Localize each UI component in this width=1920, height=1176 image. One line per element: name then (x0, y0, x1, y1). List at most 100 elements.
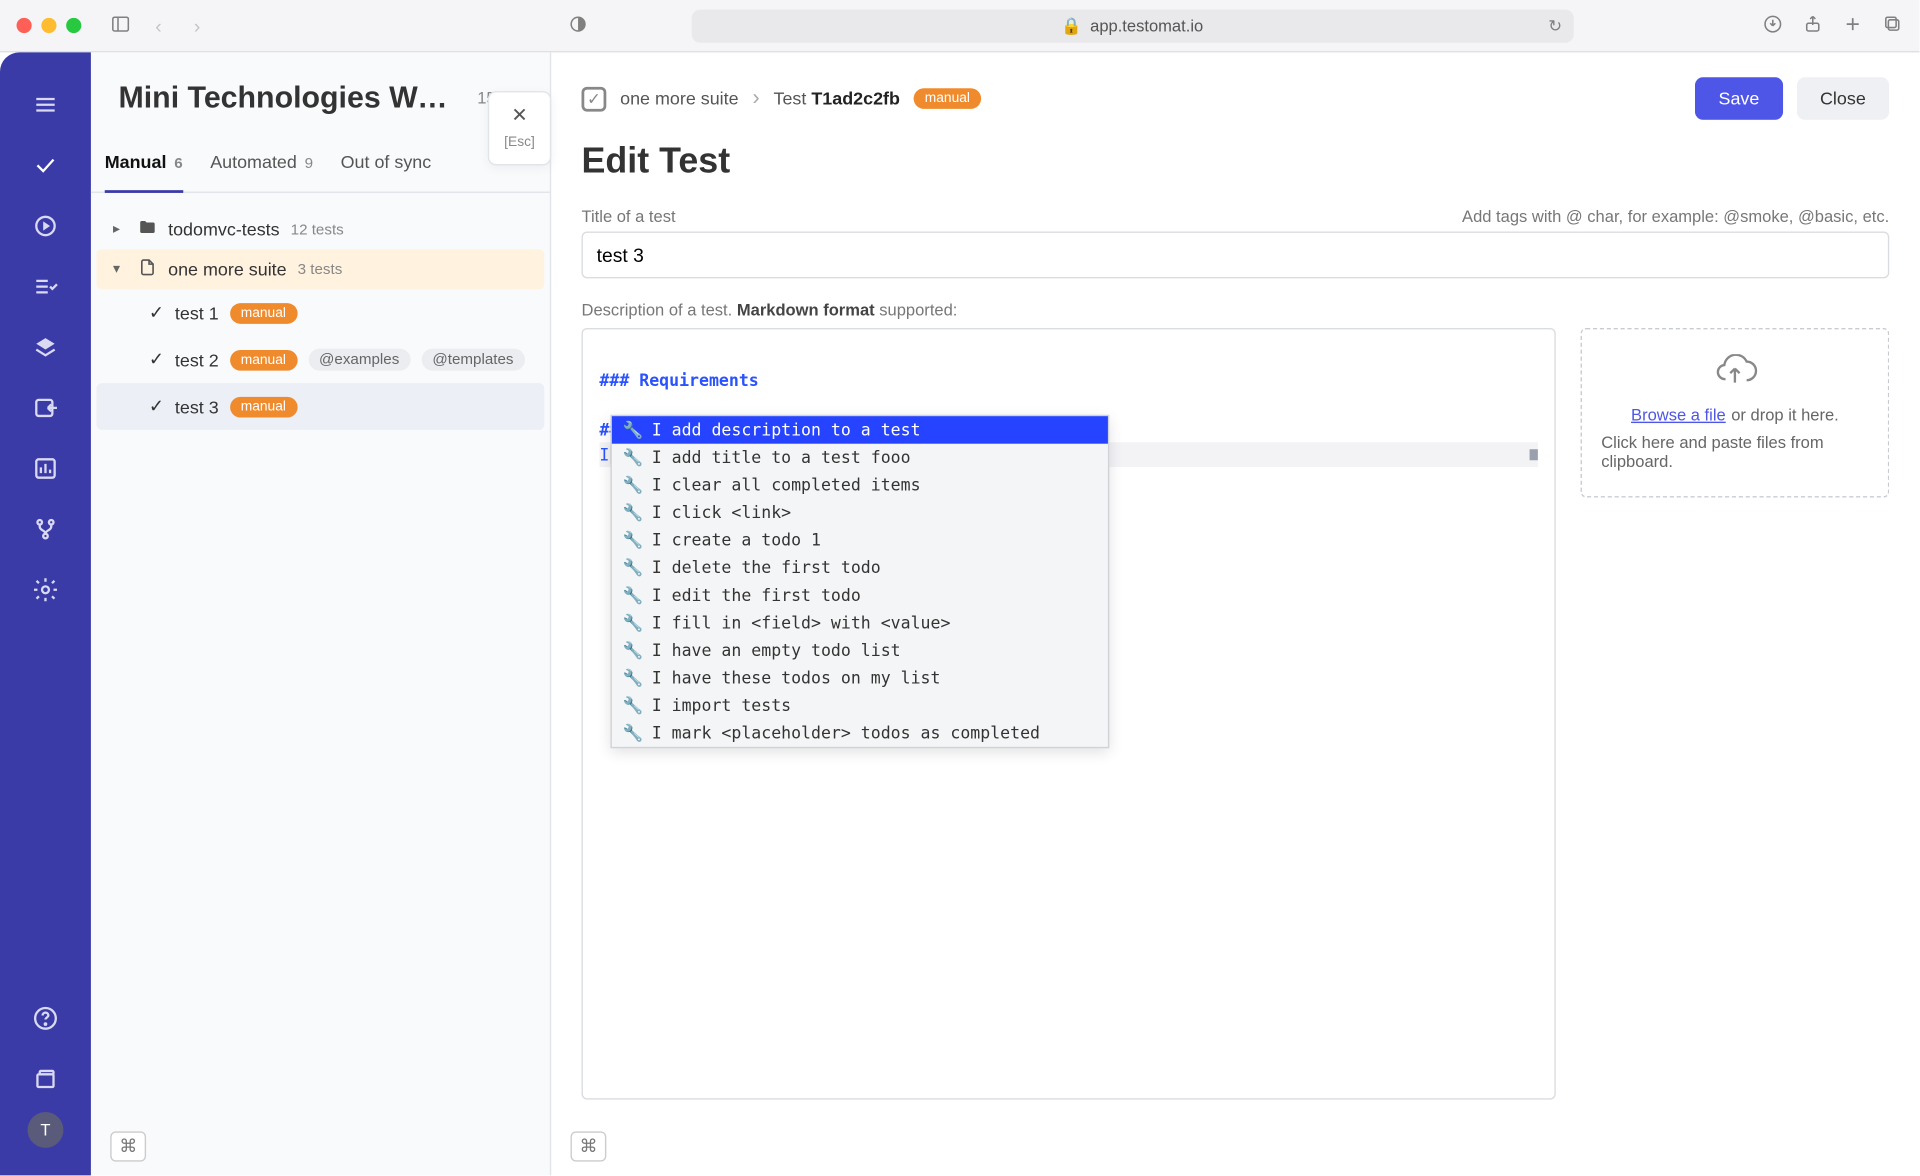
nav-forward-icon[interactable]: › (183, 14, 211, 36)
tag-templates[interactable]: @templates (421, 349, 524, 371)
check-icon: ✓ (149, 302, 164, 324)
upload-cloud-icon (1601, 354, 1868, 394)
nav-runs-icon[interactable] (14, 198, 77, 253)
window-close-dot[interactable] (17, 18, 32, 33)
tabs-icon[interactable] (1882, 13, 1903, 38)
main-panel: one more suite › Test T1ad2c2fb manual S… (551, 52, 1919, 1175)
test-label: test 3 (175, 396, 219, 417)
close-icon: ✕ (511, 103, 527, 126)
chevron-right-icon: ▸ (113, 222, 127, 237)
nav-help-icon[interactable] (14, 991, 77, 1046)
manual-badge: manual (230, 396, 297, 417)
check-icon: ✓ (149, 395, 164, 417)
sidebar-tabs: Manual 6 Automated 9 Out of sync (91, 127, 550, 193)
download-icon[interactable] (1762, 13, 1783, 38)
app-root: T Mini Technologies We… 15 tes Manual 6 … (0, 52, 1920, 1175)
suggestion-item[interactable]: 🔧I click <link> (612, 499, 1108, 527)
tab-manual[interactable]: Manual 6 (105, 152, 183, 192)
close-label: [Esc] (504, 135, 535, 150)
test-status-checkbox[interactable] (582, 86, 607, 111)
nav-back-icon[interactable]: ‹ (145, 14, 173, 36)
tags-hint: Add tags with @ char, for example: @smok… (1462, 207, 1889, 226)
browser-chrome: ‹ › 🔒 app.testomat.io ↻ (0, 0, 1920, 52)
tag-examples[interactable]: @examples (308, 349, 410, 371)
window-min-dot[interactable] (41, 18, 56, 33)
nav-layers-icon[interactable] (14, 320, 77, 375)
privacy-shield-icon[interactable] (564, 13, 592, 38)
title-input[interactable] (582, 232, 1890, 279)
suite-count: 12 tests (291, 221, 344, 238)
suggestion-item[interactable]: 🔧I create a todo 1 (612, 526, 1108, 554)
breadcrumb-row: one more suite › Test T1ad2c2fb manual S… (582, 77, 1890, 120)
save-button[interactable]: Save (1695, 77, 1783, 120)
test-row-test-2[interactable]: ✓ test 2 manual @examples @templates (96, 336, 544, 383)
page-title: Edit Test (582, 139, 1890, 182)
nav-files-icon[interactable] (14, 1051, 77, 1106)
window-traffic-lights (17, 18, 82, 33)
suite-label: todomvc-tests (168, 219, 280, 240)
title-label: Title of a test (582, 207, 676, 226)
dropzone-or-text: or drop it here. (1731, 405, 1839, 424)
lock-icon: 🔒 (1061, 16, 1082, 35)
nav-settings-icon[interactable] (14, 562, 77, 617)
new-tab-icon[interactable] (1842, 13, 1863, 38)
manual-badge: manual (914, 88, 981, 109)
suite-label: one more suite (168, 259, 287, 280)
breadcrumb-sep: › (752, 86, 759, 111)
reload-icon[interactable]: ↻ (1548, 16, 1562, 35)
test-row-test-3[interactable]: ✓ test 3 manual (96, 383, 544, 430)
address-bar[interactable]: 🔒 app.testomat.io ↻ (691, 9, 1573, 42)
file-dropzone[interactable]: Browse a file or drop it here. Click her… (1581, 328, 1890, 497)
suggestion-item[interactable]: 🔧I delete the first todo (612, 554, 1108, 582)
manual-badge: manual (230, 302, 297, 323)
nav-review-icon[interactable] (14, 259, 77, 314)
browse-file-link[interactable]: Browse a file (1631, 405, 1726, 424)
suite-todomvc-tests[interactable]: ▸ todomvc-tests 12 tests (96, 209, 544, 249)
suggestion-item[interactable]: 🔧I import tests (612, 692, 1108, 720)
dropzone-subtext: Click here and paste files from clipboar… (1601, 433, 1868, 472)
keyboard-hint-button[interactable]: ⌘ (110, 1131, 146, 1161)
suggestion-item[interactable]: 🔧I fill in <field> with <value> (612, 609, 1108, 637)
sidebar-toggle-icon[interactable] (106, 13, 134, 38)
suite-one-more-suite[interactable]: ▾ one more suite 3 tests (96, 249, 544, 289)
folder-icon (138, 218, 157, 241)
test-label: test 1 (175, 302, 219, 323)
suggestion-item[interactable]: 🔧I have these todos on my list (612, 664, 1108, 692)
tab-out-of-sync[interactable]: Out of sync (341, 152, 432, 192)
sidebar: Mini Technologies We… 15 tes Manual 6 Au… (91, 52, 551, 1175)
nav-analytics-icon[interactable] (14, 441, 77, 496)
suggestion-item[interactable]: 🔧I clear all completed items (612, 471, 1108, 499)
file-icon (138, 258, 157, 281)
close-panel-handle[interactable]: ✕ [Esc] (488, 91, 551, 165)
test-tree: ▸ todomvc-tests 12 tests ▾ one more suit… (91, 193, 550, 447)
description-editor[interactable]: ### Requirements ### Steps I 🔧I add desc… (582, 328, 1556, 1100)
description-label: Description of a test. Markdown format s… (582, 300, 1890, 319)
suggestion-item[interactable]: 🔧I have an empty todo list (612, 637, 1108, 665)
nav-rail: T (0, 52, 91, 1175)
tab-automated[interactable]: Automated 9 (210, 152, 313, 192)
test-label: test 2 (175, 349, 219, 370)
chevron-down-icon: ▾ (113, 262, 127, 277)
project-title: Mini Technologies We… (119, 80, 464, 116)
suggestion-item[interactable]: 🔧I add title to a test fooo (612, 444, 1108, 472)
nav-branch-icon[interactable] (14, 502, 77, 557)
suggestion-item[interactable]: 🔧I mark <placeholder> todos as completed (612, 719, 1108, 747)
close-button[interactable]: Close (1797, 77, 1890, 120)
check-icon: ✓ (149, 349, 164, 371)
suggestion-item[interactable]: 🔧I edit the first todo (612, 582, 1108, 610)
suggestion-item[interactable]: 🔧I add description to a test (612, 416, 1108, 444)
breadcrumb-test: Test T1ad2c2fb (774, 88, 900, 109)
user-avatar[interactable]: T (28, 1112, 64, 1148)
keyboard-hint-button[interactable]: ⌘ (570, 1131, 606, 1161)
test-row-test-1[interactable]: ✓ test 1 manual (96, 289, 544, 336)
window-max-dot[interactable] (66, 18, 81, 33)
suite-count: 3 tests (298, 261, 343, 278)
nav-import-icon[interactable] (14, 380, 77, 435)
nav-tests-icon[interactable] (14, 138, 77, 193)
url-host: app.testomat.io (1090, 16, 1203, 35)
hamburger-icon[interactable] (14, 77, 77, 132)
autocomplete-popup: 🔧I add description to a test 🔧I add titl… (610, 415, 1109, 748)
share-icon[interactable] (1802, 13, 1823, 38)
breadcrumb-suite[interactable]: one more suite (620, 88, 739, 109)
manual-badge: manual (230, 349, 297, 370)
